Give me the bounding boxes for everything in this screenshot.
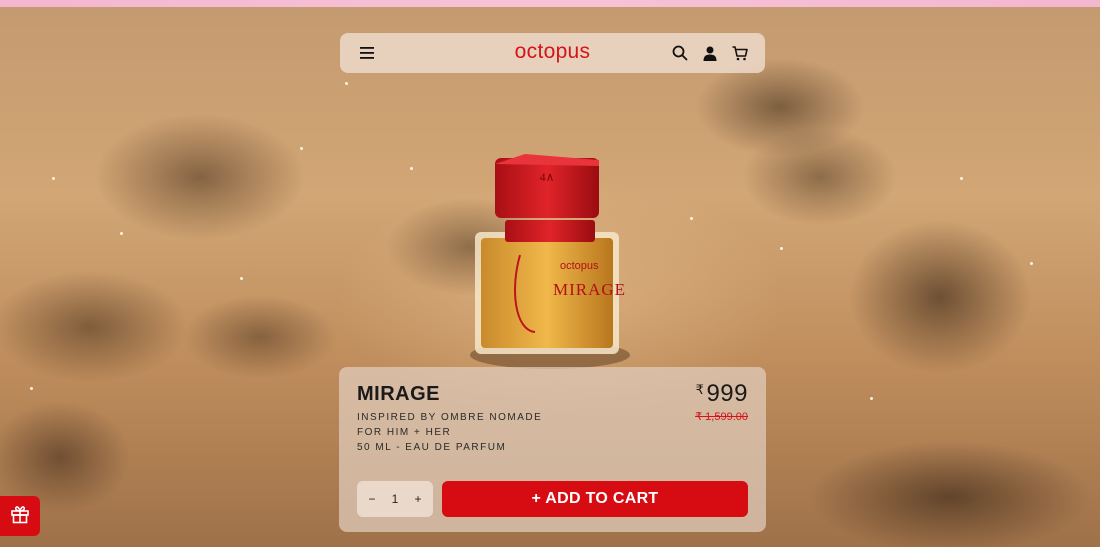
svg-text:4∧: 4∧ [540,170,555,184]
quantity-stepper: − 1 + [357,481,433,517]
product-volume: 50 ML - EAU DE PARFUM [357,442,507,453]
top-accent-bar [0,0,1100,7]
original-price: ₹ 1,599.00 [695,411,748,423]
decrement-button[interactable]: − [366,492,378,506]
account-icon[interactable] [699,42,721,64]
bottle-label-brand: octopus [560,260,599,272]
brand-logo-link[interactable]: octopus [515,40,591,63]
menu-icon[interactable] [356,42,378,64]
currency-symbol: ₹ [695,382,705,397]
perfume-bottle-image: 4∧ octopus MIRAGE [465,150,635,370]
gift-button[interactable] [0,496,40,536]
search-icon[interactable] [669,42,691,64]
quantity-value[interactable]: 1 [392,492,399,506]
price-value: 999 [706,380,748,407]
bottle-label-name: MIRAGE [553,280,627,299]
product-price: ₹999 [696,380,748,408]
add-to-cart-button[interactable]: + ADD TO CART [442,481,748,517]
gift-icon [10,504,30,529]
header-bar: octopus [340,33,765,73]
product-info: INSPIRED BY OMBRE NOMADE FOR HIM + HER 5… [357,410,542,455]
product-gender: FOR HIM + HER [357,427,452,438]
product-name: MIRAGE [357,383,440,405]
cart-icon[interactable] [729,42,751,64]
header-actions [669,42,751,64]
increment-button[interactable]: + [412,492,424,506]
product-card: MIRAGE INSPIRED BY OMBRE NOMADE FOR HIM … [339,367,766,532]
product-inspiration: INSPIRED BY OMBRE NOMADE [357,412,543,423]
